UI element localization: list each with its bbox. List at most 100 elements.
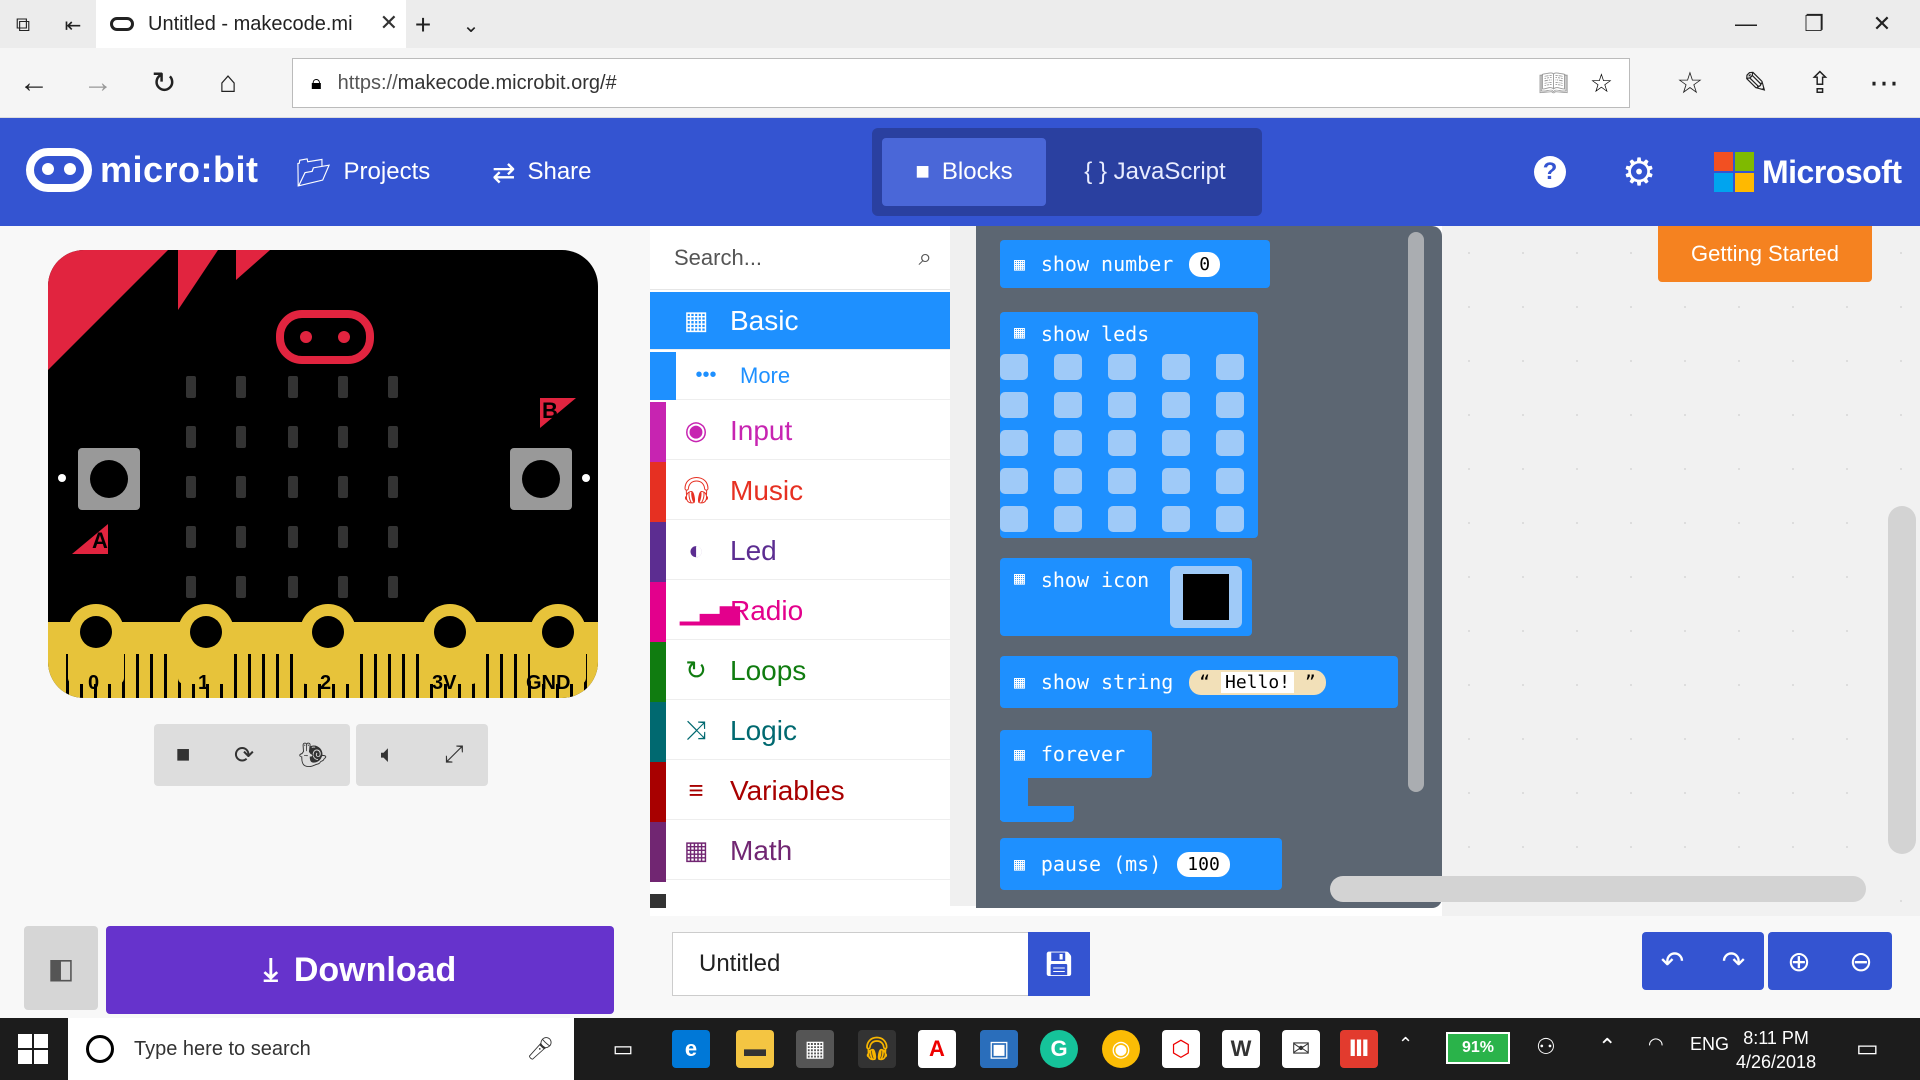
windows-start-icon[interactable] [18,1034,48,1064]
category-led[interactable]: ◐ Led [650,522,950,582]
block-forever[interactable]: ▦ forever [1000,730,1152,778]
save-button[interactable]: 💾︎ [1028,932,1090,996]
slow-mo-icon[interactable]: 🐌︎ [298,741,328,770]
back-icon[interactable]: ← [12,62,56,104]
close-window-icon[interactable]: ✕ [1862,8,1902,40]
store-icon[interactable]: ▦ [796,1030,834,1068]
icon-picker-dropdown[interactable] [1170,566,1242,628]
set-tabs-aside-icon[interactable]: ⇤ [58,10,88,40]
taskbar-clock[interactable]: 8:11 PM 4/26/2018 [1736,1026,1816,1074]
projects-button[interactable]: 📂︎ Projects [296,152,430,192]
pause-input[interactable]: 100 [1177,851,1230,877]
new-tab-icon[interactable]: + [408,9,438,40]
button-b[interactable] [510,448,572,510]
block-show-number[interactable]: ▦ show number 0 [1000,240,1270,288]
red-app-icon[interactable]: Ⅲ [1340,1030,1378,1068]
battery-indicator[interactable]: 91% [1446,1032,1510,1064]
tab-close-icon[interactable]: ✕ [380,10,398,36]
led-cell[interactable] [1216,506,1244,532]
led-cell[interactable] [1162,506,1190,532]
gear-icon[interactable]: ⚙ [1622,150,1656,195]
block-show-string[interactable]: ▦ show string “ Hello! ” [1000,656,1398,708]
workspace-vertical-scrollbar[interactable] [1888,506,1916,854]
edge-browser-icon[interactable]: e [672,1030,710,1068]
javascript-tab[interactable]: { } JavaScript [1060,138,1250,206]
toolbox-search[interactable]: Search... ⌕ [650,226,950,290]
tab-actions-icon[interactable]: ⧉ [8,10,38,40]
category-more[interactable]: ••• More [650,352,950,400]
microsoft-logo[interactable]: Microsoft [1714,152,1902,192]
chrome-icon[interactable]: ◉ [1102,1030,1140,1068]
download-button[interactable]: ⤓ Download [106,926,614,1014]
led-cell[interactable] [1054,506,1082,532]
lenovo-app-icon[interactable]: ▣ [980,1030,1018,1068]
led-cell[interactable] [1216,354,1244,380]
led-cell[interactable] [1000,506,1028,532]
category-radio[interactable]: ▁▃▅ Radio [650,582,950,642]
getting-started-button[interactable]: Getting Started [1658,226,1872,282]
file-explorer-icon[interactable]: ▬ [736,1030,774,1068]
share-browser-icon[interactable]: ⇪ [1798,62,1842,104]
category-math[interactable]: ▦ Math [650,822,950,882]
mute-icon[interactable]: 🔈︎ [381,741,395,769]
zoom-in-icon[interactable]: ⊕ [1787,945,1810,978]
led-cell[interactable] [1000,468,1028,494]
led-cell[interactable] [1216,430,1244,456]
task-view-icon[interactable]: ▭ [604,1030,642,1068]
more-menu-icon[interactable]: ⋯ [1862,62,1906,104]
adobe-icon[interactable]: A [918,1030,956,1068]
led-cell[interactable] [1108,392,1136,418]
mail-icon[interactable]: ✉ [1282,1030,1320,1068]
fullscreen-icon[interactable]: ⤢ [444,741,463,769]
led-cell[interactable] [1108,468,1136,494]
language-indicator[interactable]: ENG [1690,1034,1729,1055]
pen-notes-icon[interactable]: ✎ [1734,62,1778,104]
category-variables[interactable]: ≡ Variables [650,762,950,822]
share-button[interactable]: ⇄ Share [492,152,592,192]
category-logic[interactable]: ⤨ Logic [650,702,950,762]
category-input[interactable]: ◉ Input [650,402,950,462]
led-cell[interactable] [1000,392,1028,418]
toolbox-scrollbar[interactable] [950,226,976,906]
led-cell[interactable] [1216,392,1244,418]
home-icon[interactable]: ⌂ [206,62,250,104]
tray-up-icon[interactable]: ⌃ [1598,1034,1616,1060]
led-cell[interactable] [1162,468,1190,494]
restart-icon[interactable]: ⟳ [234,741,254,770]
led-cell[interactable] [1162,430,1190,456]
minimize-icon[interactable]: — [1726,8,1766,40]
blocks-tab[interactable]: ■ Blocks [882,138,1046,206]
zoom-out-icon[interactable]: ⊖ [1849,945,1872,978]
led-cell[interactable] [1162,354,1190,380]
wifi-icon[interactable]: ◠ [1648,1034,1664,1055]
people-icon[interactable]: ⚇ [1536,1034,1556,1060]
favorite-star-icon[interactable]: ☆ [1590,68,1613,99]
flyout-scrollbar[interactable] [1408,232,1424,792]
led-cell[interactable] [1162,392,1190,418]
tray-expand-icon[interactable]: ⌃ [1398,1034,1413,1055]
led-cell[interactable] [1108,430,1136,456]
action-center-icon[interactable]: ▭ [1856,1034,1879,1063]
project-name-input[interactable]: Untitled [672,932,1030,996]
restore-icon[interactable]: ❐ [1794,8,1834,40]
led-cell[interactable] [1054,354,1082,380]
workspace-horizontal-scrollbar[interactable] [1330,876,1866,902]
blocks-workspace[interactable] [1442,226,1920,916]
tab-preview-chevron-icon[interactable]: ⌄ [456,10,486,40]
cube-app-icon[interactable]: ⬡ [1162,1030,1200,1068]
reading-view-icon[interactable]: 📖︎ [1539,69,1569,98]
wikipedia-icon[interactable]: W [1222,1030,1260,1068]
category-basic[interactable]: ▦ Basic [650,292,950,350]
grammarly-icon[interactable]: G [1040,1030,1078,1068]
forward-icon[interactable]: → [76,62,120,104]
led-cell[interactable] [1216,468,1244,494]
microbit-logo[interactable]: micro:bit [26,148,259,192]
redo-icon[interactable]: ↷ [1722,945,1745,978]
number-input[interactable]: 0 [1189,251,1221,277]
string-input[interactable]: “ Hello! ” [1189,669,1326,695]
category-loops[interactable]: ↻ Loops [650,642,950,702]
led-cell[interactable] [1108,506,1136,532]
led-cell[interactable] [1000,354,1028,380]
led-cell[interactable] [1054,430,1082,456]
led-cell[interactable] [1108,354,1136,380]
